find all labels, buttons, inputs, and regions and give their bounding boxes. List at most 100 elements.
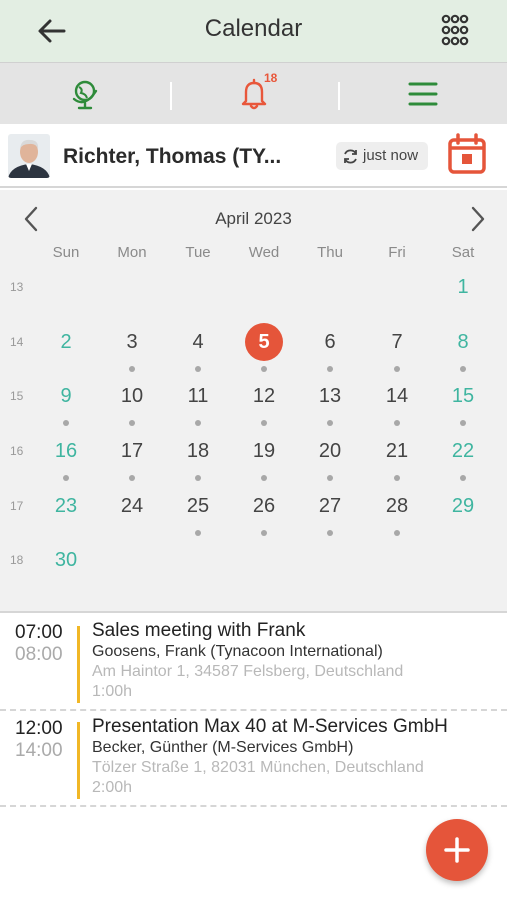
week-number: 13 bbox=[10, 280, 24, 294]
tab-menu[interactable] bbox=[338, 63, 507, 125]
event-item[interactable]: 07:00 08:00 Sales meeting with Frank Goo… bbox=[0, 615, 507, 711]
event-indicator-dot bbox=[261, 366, 267, 372]
calendar-day[interactable]: 14 bbox=[372, 378, 422, 414]
tab-bar: 18 bbox=[0, 62, 507, 124]
globe-icon bbox=[72, 80, 97, 110]
refresh-icon bbox=[344, 149, 357, 164]
event-indicator-dot bbox=[394, 420, 400, 426]
week-number: 14 bbox=[10, 335, 24, 349]
tab-globe[interactable] bbox=[0, 63, 169, 125]
calendar-day[interactable]: 8 bbox=[438, 324, 488, 360]
calendar-day[interactable]: 26 bbox=[239, 488, 289, 524]
calendar-day[interactable]: 12 bbox=[239, 378, 289, 414]
calendar-day[interactable]: 22 bbox=[438, 433, 488, 469]
calendar-day[interactable]: 25 bbox=[173, 488, 223, 524]
weekday-header: Sun bbox=[52, 244, 80, 261]
app-header: Calendar bbox=[0, 0, 507, 62]
calendar-day[interactable]: 3 bbox=[107, 324, 157, 360]
event-address: Tölzer Straße 1, 82031 München, Deutschl… bbox=[92, 759, 424, 776]
event-indicator-dot bbox=[261, 420, 267, 426]
weekday-header: Sat bbox=[451, 244, 475, 261]
event-contact: Becker, Günther (M-Services GmbH) bbox=[92, 739, 354, 756]
apps-menu-button[interactable] bbox=[440, 12, 470, 48]
next-month-button[interactable] bbox=[465, 204, 491, 234]
month-label: April 2023 bbox=[0, 209, 507, 229]
event-duration: 2:00h bbox=[92, 779, 133, 796]
weekday-header: Thu bbox=[317, 244, 343, 261]
event-indicator-dot bbox=[195, 420, 201, 426]
calendar-day[interactable]: 4 bbox=[173, 324, 223, 360]
avatar bbox=[8, 134, 50, 178]
calendar-icon bbox=[448, 133, 486, 174]
event-indicator-dot bbox=[63, 475, 69, 481]
calendar-day[interactable]: 18 bbox=[173, 433, 223, 469]
weekday-header: Tue bbox=[185, 244, 211, 261]
event-indicator-dot bbox=[129, 475, 135, 481]
event-indicator-dot bbox=[327, 530, 333, 536]
event-end-time: 14:00 bbox=[15, 740, 63, 761]
event-indicator-dot bbox=[394, 366, 400, 372]
calendar-day[interactable]: 24 bbox=[107, 488, 157, 524]
calendar-day[interactable]: 19 bbox=[239, 433, 289, 469]
event-indicator-dot bbox=[63, 420, 69, 426]
event-title: Presentation Max 40 at M-Services GmbH bbox=[92, 716, 448, 737]
event-indicator-dot bbox=[460, 475, 466, 481]
calendar-day[interactable]: 2 bbox=[41, 324, 91, 360]
event-end-time: 08:00 bbox=[15, 644, 63, 665]
month-calendar: April 2023 Sun Mon Tue Wed Thu Fri Sat 13 1 14 2 3 4… bbox=[0, 190, 507, 613]
calendar-day[interactable]: 20 bbox=[305, 433, 355, 469]
weekday-header: Fri bbox=[388, 244, 406, 261]
calendar-day[interactable]: 10 bbox=[107, 378, 157, 414]
calendar-day[interactable]: 23 bbox=[41, 488, 91, 524]
event-address: Am Haintor 1, 34587 Felsberg, Deutschlan… bbox=[92, 663, 404, 680]
event-start-time: 07:00 bbox=[15, 622, 63, 643]
calendar-day[interactable]: 27 bbox=[305, 488, 355, 524]
calendar-day[interactable]: 28 bbox=[372, 488, 422, 524]
calendar-day[interactable]: 21 bbox=[372, 433, 422, 469]
event-indicator-dot bbox=[327, 475, 333, 481]
user-bar: Richter, Thomas (TY... just now bbox=[0, 124, 507, 188]
calendar-day[interactable]: 16 bbox=[41, 433, 91, 469]
sync-status[interactable]: just now bbox=[336, 142, 428, 170]
event-indicator-dot bbox=[129, 420, 135, 426]
calendar-day[interactable]: 9 bbox=[41, 378, 91, 414]
hamburger-menu-icon bbox=[408, 82, 437, 106]
event-indicator-dot bbox=[394, 530, 400, 536]
page-title: Calendar bbox=[204, 15, 303, 42]
event-indicator-dot bbox=[129, 366, 135, 372]
event-color-bar bbox=[77, 626, 80, 703]
event-indicator-dot bbox=[327, 366, 333, 372]
week-number: 17 bbox=[10, 499, 24, 513]
event-indicator-dot bbox=[261, 530, 267, 536]
event-contact: Goosens, Frank (Tynacoon International) bbox=[92, 643, 383, 660]
event-start-time: 12:00 bbox=[15, 718, 63, 739]
event-indicator-dot bbox=[460, 366, 466, 372]
calendar-day[interactable]: 29 bbox=[438, 488, 488, 524]
user-name[interactable]: Richter, Thomas (TY... bbox=[63, 145, 281, 169]
week-number: 15 bbox=[10, 389, 24, 403]
month-name: April bbox=[215, 209, 250, 228]
event-color-bar bbox=[77, 722, 80, 799]
calendar-day[interactable]: 7 bbox=[372, 324, 422, 360]
calendar-day[interactable]: 13 bbox=[305, 378, 355, 414]
event-indicator-dot bbox=[327, 420, 333, 426]
chevron-right-icon bbox=[471, 206, 485, 232]
calendar-day[interactable]: 17 bbox=[107, 433, 157, 469]
calendar-day[interactable]: 11 bbox=[173, 378, 223, 414]
notification-badge: 18 bbox=[264, 71, 278, 85]
month-year: 2023 bbox=[253, 209, 292, 228]
event-indicator-dot bbox=[195, 530, 201, 536]
calendar-day[interactable]: 15 bbox=[438, 378, 488, 414]
weekday-header: Mon bbox=[117, 244, 147, 261]
tab-notifications[interactable] bbox=[169, 63, 338, 125]
calendar-day[interactable]: 6 bbox=[305, 324, 355, 360]
week-number: 18 bbox=[10, 553, 24, 567]
event-item[interactable]: 12:00 14:00 Presentation Max 40 at M-Ser… bbox=[0, 711, 507, 807]
event-indicator-dot bbox=[195, 366, 201, 372]
calendar-day-selected[interactable]: 5 bbox=[239, 324, 289, 360]
calendar-day[interactable]: 1 bbox=[438, 269, 488, 305]
calendar-day[interactable]: 30 bbox=[41, 542, 91, 578]
weekday-header: Wed bbox=[248, 244, 280, 261]
add-event-button[interactable] bbox=[426, 819, 488, 881]
today-button[interactable] bbox=[446, 132, 488, 176]
